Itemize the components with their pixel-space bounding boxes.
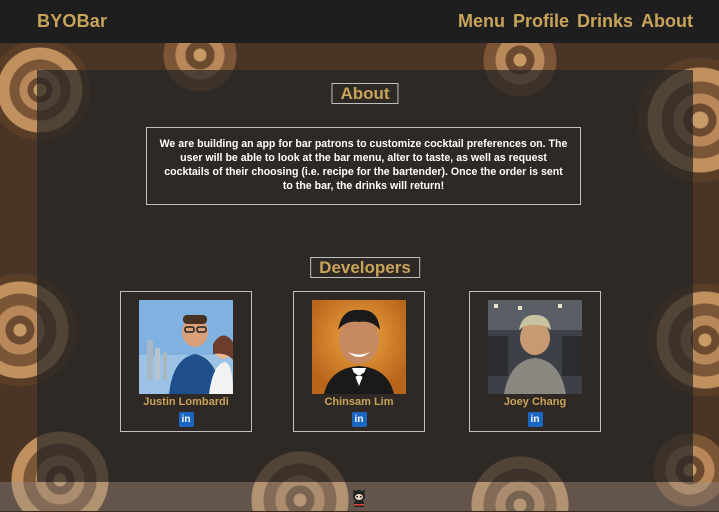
nav-link-drinks[interactable]: Drinks (577, 11, 633, 32)
nav-link-about[interactable]: About (641, 11, 693, 32)
developer-photo (139, 300, 233, 394)
linkedin-icon[interactable]: in (527, 412, 543, 427)
github-octocat-icon[interactable] (349, 488, 369, 508)
developer-card: Chinsam Lim in (293, 291, 425, 432)
navbar: BYOBar Menu Profile Drinks About (0, 0, 719, 43)
developer-photo (312, 300, 406, 394)
developer-card: Joey Chang in (469, 291, 601, 432)
developer-name: Joey Chang (503, 396, 567, 408)
about-heading: About (331, 83, 399, 104)
linkedin-icon[interactable]: in (351, 412, 367, 427)
content-panel: About We are building an app for bar pat… (37, 70, 693, 482)
nav-links: Menu Profile Drinks About (458, 11, 693, 32)
developer-name: Chinsam Lim (324, 396, 394, 408)
developer-name: Justin Lombardi (143, 396, 229, 408)
brand-logo-link[interactable]: BYOBar (37, 11, 107, 32)
nav-link-profile[interactable]: Profile (513, 11, 569, 32)
developer-card: Justin Lombardi in (120, 291, 252, 432)
nav-link-menu[interactable]: Menu (458, 11, 505, 32)
developers-heading: Developers (310, 257, 420, 278)
developer-photo (488, 300, 582, 394)
about-description: We are building an app for bar patrons t… (146, 127, 581, 205)
linkedin-icon[interactable]: in (178, 412, 194, 427)
